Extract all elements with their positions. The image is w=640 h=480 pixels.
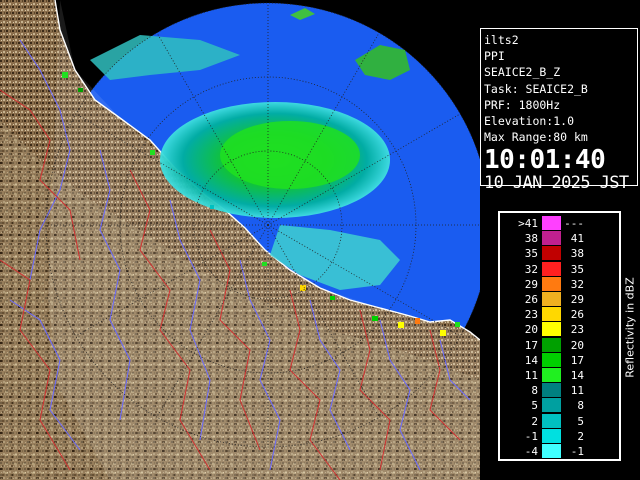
legend-lower-value: 29 <box>524 277 538 291</box>
legend-upper-value: 17 <box>570 353 584 367</box>
legend-row: >41 --- <box>500 216 619 231</box>
legend-upper-value: 32 <box>570 277 584 291</box>
legend-row: -4 -1 <box>500 444 619 459</box>
legend-upper-value: 14 <box>570 369 584 382</box>
radar-map-canvas <box>0 0 480 480</box>
legend-row: -1 2 <box>500 428 619 444</box>
legend-color-swatch <box>542 261 561 276</box>
legend-color-swatch <box>542 216 561 230</box>
legend-upper-value: 11 <box>570 384 584 398</box>
legend-color-swatch <box>542 292 561 306</box>
legend-lower-value: 20 <box>524 323 538 337</box>
field-name: SEAICE2_B_Z <box>484 65 561 80</box>
elevation-value: Elevation:1.0 <box>484 113 575 128</box>
legend-lower-value: 32 <box>524 262 538 276</box>
legend-upper-value: -1 <box>570 445 584 458</box>
legend-color-swatch <box>542 231 561 246</box>
legend-upper-value: 23 <box>570 323 584 337</box>
legend-upper-value: 2 <box>577 429 584 443</box>
legend-lower-value: 8 <box>531 384 538 398</box>
legend-row: 17 20 <box>500 337 619 353</box>
prf-value: PRF: 1800Hz <box>484 97 561 112</box>
legend-lower-value: 38 <box>524 232 538 246</box>
legend-color-swatch <box>542 246 561 261</box>
legend-lower-value: 17 <box>524 338 538 352</box>
legend-row: 20 23 <box>500 322 619 337</box>
legend-lower-value: 14 <box>524 353 538 367</box>
legend-upper-value: 38 <box>570 247 584 261</box>
reflectivity-legend: >41 --- 38 41 35 38 32 35 29 32 26 29 23 26 20 23 17 20 14… <box>498 211 637 461</box>
legend-lower-value: -4 <box>524 445 538 458</box>
legend-upper-value: --- <box>564 217 584 230</box>
legend-color-swatch <box>542 428 561 443</box>
legend-row: 8 11 <box>500 383 619 398</box>
legend-color-swatch <box>542 383 561 398</box>
legend-lower-value: 2 <box>531 414 538 428</box>
legend-lower-value: >41 <box>518 217 538 230</box>
legend-lower-value: 26 <box>524 293 538 306</box>
legend-upper-value: 41 <box>570 232 584 246</box>
legend-lower-value: 35 <box>524 247 538 261</box>
legend-upper-value: 26 <box>570 308 584 322</box>
observation-time: 10:01:40 <box>484 145 606 176</box>
legend-upper-value: 29 <box>570 293 584 306</box>
legend-upper-value: 20 <box>570 338 584 352</box>
task-name: Task: SEAICE2_B <box>484 81 588 96</box>
legend-row: 26 29 <box>500 292 619 307</box>
legend-row: 23 26 <box>500 307 619 322</box>
legend-row: 38 41 <box>500 231 619 246</box>
legend-color-swatch <box>542 398 561 413</box>
legend-lower-value: -1 <box>524 429 538 443</box>
legend-row: 58 <box>500 398 619 413</box>
product-type: PPI <box>484 49 505 64</box>
legend-lower-value: 23 <box>524 308 538 322</box>
site-name: ilts2 <box>484 33 519 47</box>
legend-color-swatch <box>542 276 561 291</box>
legend-lower-value: 5 <box>531 399 538 413</box>
radar-info-panel: ilts2 PPI SEAICE2_B_Z Task: SEAICE2_B PR… <box>480 28 638 192</box>
legend-title: Reflectivity in dBZ <box>623 277 637 378</box>
legend-row: 25 <box>500 413 619 429</box>
legend-row: 35 38 <box>500 246 619 261</box>
legend-color-swatch <box>542 322 561 337</box>
legend-color-swatch <box>542 413 561 428</box>
legend-row: 32 35 <box>500 261 619 277</box>
legend-color-swatch <box>542 444 561 458</box>
legend-color-swatch <box>542 307 561 322</box>
legend-row: 11 14 <box>500 368 619 383</box>
observation-date: 10 JAN 2025 JST <box>484 173 629 194</box>
legend-color-swatch <box>542 352 561 367</box>
legend-color-swatch <box>542 368 561 382</box>
radar-map <box>0 0 480 480</box>
legend-row: 14 17 <box>500 352 619 368</box>
echo-core <box>220 121 360 189</box>
legend-lower-value: 11 <box>524 369 538 382</box>
legend-upper-value: 5 <box>577 414 584 428</box>
legend-upper-value: 8 <box>577 399 584 413</box>
legend-upper-value: 35 <box>570 262 584 276</box>
legend-row: 29 32 <box>500 276 619 292</box>
max-range-value: Max Range:80 km <box>484 130 588 145</box>
legend-color-swatch <box>542 337 561 352</box>
